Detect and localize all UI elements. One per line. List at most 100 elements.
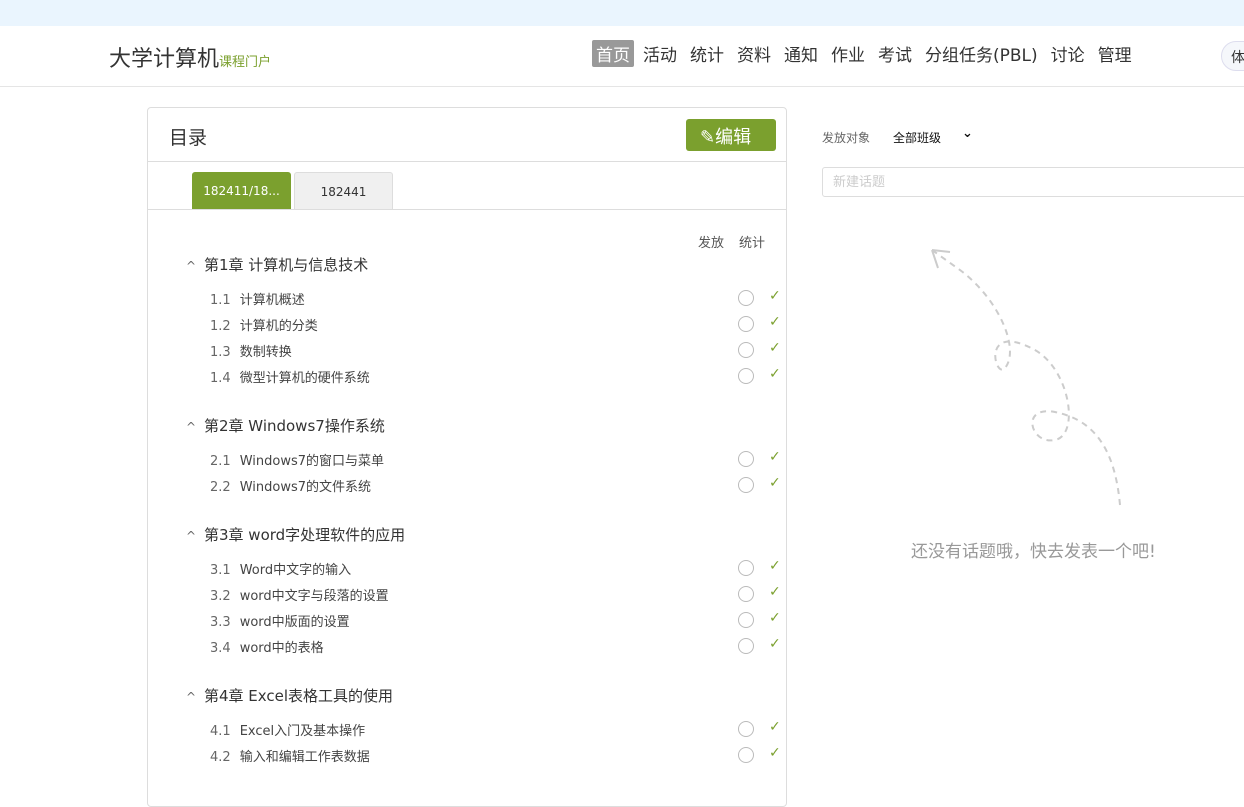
top-band: [0, 0, 1244, 26]
header: 大学计算机课程门户 首页 活动 统计 资料 通知 作业 考试 分组任务(PBL) 讨论 管理 体: [0, 26, 1244, 87]
publish-radio[interactable]: [738, 612, 754, 628]
col-publish-header: 发放: [698, 236, 725, 251]
target-select[interactable]: 全部班级: [893, 129, 941, 146]
new-topic-input[interactable]: [822, 167, 1244, 197]
check-icon[interactable]: ✓: [769, 558, 781, 574]
caret-up-icon[interactable]: ^: [186, 529, 204, 543]
divider: [148, 161, 786, 162]
section-title: Word中文字的输入: [239, 563, 352, 578]
check-icon[interactable]: ✓: [769, 636, 781, 652]
section-row[interactable]: 2.2 Windows7的文件系统 ✓: [210, 475, 781, 495]
chapter-header[interactable]: ^ 第1章 计算机与信息技术: [186, 254, 368, 275]
section-number: 4.1: [210, 724, 231, 739]
check-icon[interactable]: ✓: [769, 719, 781, 735]
publish-radio[interactable]: [738, 560, 754, 576]
nav-item[interactable]: 通知: [780, 40, 822, 67]
experience-button[interactable]: 体: [1221, 41, 1244, 71]
nav-item[interactable]: 管理: [1094, 40, 1136, 67]
section-number: 2.1: [210, 454, 231, 469]
section-number: 3.1: [210, 563, 231, 578]
caret-up-icon[interactable]: ^: [186, 420, 204, 434]
chapter-header[interactable]: ^ 第3章 word字处理软件的应用: [186, 524, 405, 545]
publish-radio[interactable]: [738, 721, 754, 737]
section-number: 1.4: [210, 371, 231, 386]
check-icon[interactable]: ✓: [769, 475, 781, 491]
section-number: 1.3: [210, 345, 231, 360]
pencil-icon: ✎: [700, 127, 716, 148]
chapter-title: 第3章 word字处理软件的应用: [204, 526, 406, 544]
section-row[interactable]: 3.4 word中的表格 ✓: [210, 636, 781, 656]
publish-radio[interactable]: [738, 586, 754, 602]
section-title: 计算机的分类: [239, 319, 318, 334]
section-title: word中文字与段落的设置: [239, 589, 389, 604]
publish-radio[interactable]: [738, 316, 754, 332]
check-icon[interactable]: ✓: [769, 584, 781, 600]
nav-item[interactable]: 考试: [874, 40, 916, 67]
section-row[interactable]: 4.2 输入和编辑工作表数据 ✓: [210, 745, 781, 765]
section-row[interactable]: 3.2 word中文字与段落的设置 ✓: [210, 584, 781, 604]
publish-radio[interactable]: [738, 451, 754, 467]
section-row[interactable]: 1.2 计算机的分类 ✓: [210, 314, 781, 334]
nav-item[interactable]: 活动: [639, 40, 681, 67]
publish-radio[interactable]: [738, 477, 754, 493]
logo-subtitle: 课程门户: [219, 55, 272, 70]
section-row[interactable]: 3.1 Word中文字的输入 ✓: [210, 558, 781, 578]
tab-class-1[interactable]: 182411/18...: [192, 172, 291, 210]
nav-item[interactable]: 分组任务(PBL): [921, 40, 1042, 67]
chapter-title: 第2章 Windows7操作系统: [204, 417, 385, 435]
check-icon[interactable]: ✓: [769, 340, 781, 356]
publish-radio[interactable]: [738, 747, 754, 763]
publish-radio[interactable]: [738, 342, 754, 358]
check-icon[interactable]: ✓: [769, 745, 781, 761]
edit-label: 编辑: [715, 127, 752, 148]
nav-item[interactable]: 作业: [827, 40, 869, 67]
edit-button[interactable]: ✎编辑: [686, 119, 776, 151]
caret-up-icon[interactable]: ^: [186, 690, 204, 704]
section-title: Windows7的窗口与菜单: [239, 454, 384, 469]
publish-radio[interactable]: [738, 638, 754, 654]
section-number: 2.2: [210, 480, 231, 495]
section-title: Windows7的文件系统: [239, 480, 371, 495]
target-label: 发放对象: [822, 131, 871, 145]
section-title: 微型计算机的硬件系统: [239, 371, 370, 386]
check-icon[interactable]: ✓: [769, 288, 781, 304]
caret-up-icon[interactable]: ^: [186, 259, 204, 273]
section-title: Excel入门及基本操作: [239, 724, 366, 739]
chapter-header[interactable]: ^ 第4章 Excel表格工具的使用: [186, 685, 393, 706]
section-row[interactable]: 1.4 微型计算机的硬件系统 ✓: [210, 366, 781, 386]
check-icon[interactable]: ✓: [769, 449, 781, 465]
tab-class-2[interactable]: 182441: [294, 172, 393, 210]
nav-item[interactable]: 统计: [686, 40, 728, 67]
divider: [148, 209, 786, 210]
empty-state-text: 还没有话题哦，快去发表一个吧!: [911, 542, 1156, 562]
check-icon[interactable]: ✓: [769, 314, 781, 330]
section-number: 1.1: [210, 293, 231, 308]
section-row[interactable]: 1.1 计算机概述 ✓: [210, 288, 781, 308]
catalog-title: 目录: [169, 127, 208, 149]
section-row[interactable]: 3.3 word中版面的设置 ✓: [210, 610, 781, 630]
section-title: word中版面的设置: [239, 615, 350, 630]
section-number: 3.4: [210, 641, 231, 656]
publish-radio[interactable]: [738, 290, 754, 306]
logo-title: 大学计算机: [109, 47, 220, 72]
section-row[interactable]: 4.1 Excel入门及基本操作 ✓: [210, 719, 781, 739]
logo[interactable]: 大学计算机课程门户: [109, 41, 271, 73]
chapter-title: 第4章 Excel表格工具的使用: [204, 687, 394, 705]
chevron-down-icon[interactable]: ⌄: [962, 126, 973, 141]
nav-item[interactable]: 资料: [733, 40, 775, 67]
section-title: 计算机概述: [239, 293, 305, 308]
chapter-header[interactable]: ^ 第2章 Windows7操作系统: [186, 415, 385, 436]
main-nav: 首页 活动 统计 资料 通知 作业 考试 分组任务(PBL) 讨论 管理: [592, 40, 1136, 67]
catalog-panel: 目录 ✎编辑 182411/18... 182441 发放 统计 ^ 第1章 计算…: [147, 107, 787, 807]
dashed-arrow-illustration: [931, 249, 1121, 506]
section-row[interactable]: 2.1 Windows7的窗口与菜单 ✓: [210, 449, 781, 469]
nav-item[interactable]: 讨论: [1047, 40, 1089, 67]
check-icon[interactable]: ✓: [769, 610, 781, 626]
section-title: 输入和编辑工作表数据: [239, 750, 370, 765]
nav-item[interactable]: 首页: [592, 40, 634, 67]
section-row[interactable]: 1.3 数制转换 ✓: [210, 340, 781, 360]
publish-radio[interactable]: [738, 368, 754, 384]
col-stats-header: 统计: [739, 236, 766, 251]
check-icon[interactable]: ✓: [769, 366, 781, 382]
section-number: 3.2: [210, 589, 231, 604]
